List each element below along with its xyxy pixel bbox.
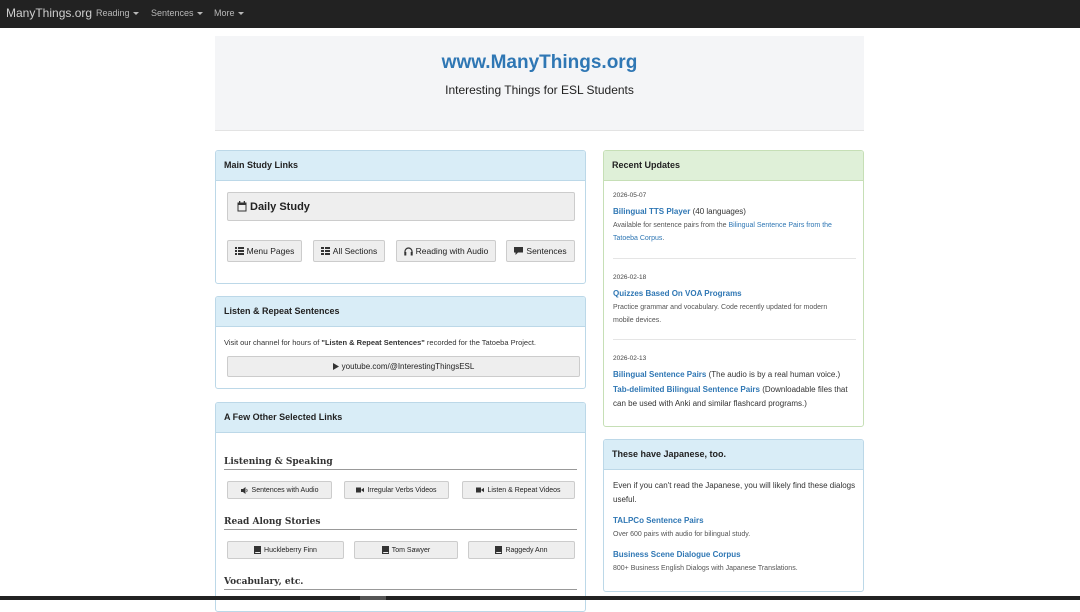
update-headline: Bilingual Sentence Pairs (The audio is b… bbox=[613, 368, 858, 381]
tab-delimited-pairs-link[interactable]: Tab-delimited Bilingual Sentence Pairs bbox=[613, 385, 760, 394]
listen-repeat-description: Visit our channel for hours of "Listen &… bbox=[224, 336, 579, 349]
read-along-stories-heading: Read Along Stories bbox=[224, 517, 577, 530]
irregular-verbs-videos-label: Irregular Verbs Videos bbox=[367, 486, 437, 494]
comment-icon bbox=[514, 247, 524, 255]
listen-repeat-videos-button[interactable]: Listen & Repeat Videos bbox=[462, 481, 575, 499]
bottom-bar bbox=[0, 596, 1080, 600]
caret-down-icon bbox=[237, 12, 244, 16]
nav-reading-label: Reading bbox=[96, 8, 130, 18]
nav-more-label: More bbox=[214, 8, 235, 18]
nav-more-dropdown[interactable]: More bbox=[214, 8, 244, 18]
site-subtitle: Interesting Things for ESL Students bbox=[445, 83, 634, 97]
nav-sentences-dropdown[interactable]: Sentences bbox=[151, 8, 203, 18]
update-description: Available for sentence pairs from the Bi… bbox=[613, 219, 853, 245]
japanese-intro: Even if you can't read the Japanese, you… bbox=[613, 481, 856, 504]
nav-reading-dropdown[interactable]: Reading bbox=[96, 8, 139, 18]
play-icon bbox=[332, 363, 339, 370]
book-icon bbox=[381, 546, 389, 554]
update-description-end: . bbox=[662, 235, 665, 242]
description-text-end: recorded for the Tatoeba Project. bbox=[424, 338, 537, 347]
site-title: www.ManyThings.org bbox=[441, 52, 638, 73]
business-scene-dialogue-link[interactable]: Business Scene Dialogue Corpus bbox=[613, 550, 741, 559]
volume-icon bbox=[240, 486, 248, 494]
sentences-with-audio-button[interactable]: Sentences with Audio bbox=[227, 481, 332, 499]
th-list-icon bbox=[320, 247, 330, 255]
irregular-verbs-videos-button[interactable]: Irregular Verbs Videos bbox=[344, 481, 449, 499]
japanese-item-title: Business Scene Dialogue Corpus bbox=[613, 548, 741, 561]
site-header: www.ManyThings.org Interesting Things fo… bbox=[215, 36, 864, 131]
book-icon bbox=[495, 546, 503, 554]
other-links-panel: A Few Other Selected Links Listening & S… bbox=[215, 402, 586, 612]
youtube-channel-button[interactable]: youtube.com/@InterestingThingsESL bbox=[227, 356, 580, 377]
brand-link[interactable]: ManyThings.org bbox=[6, 6, 92, 20]
panel-heading: A Few Other Selected Links bbox=[216, 403, 585, 433]
japanese-panel: These have Japanese, too. Even if you ca… bbox=[603, 439, 864, 592]
video-camera-icon bbox=[356, 487, 365, 493]
description-bold-text: "Listen & Repeat Sentences" bbox=[321, 338, 425, 347]
raggedy-ann-button[interactable]: Raggedy Ann bbox=[468, 541, 575, 559]
main-study-links-panel: Main Study Links Daily Study Menu Pages … bbox=[215, 150, 586, 284]
tom-sawyer-label: Tom Sawyer bbox=[391, 546, 431, 554]
sentences-label: Sentences bbox=[526, 246, 567, 256]
recent-updates-panel: Recent Updates 2026-05-07 Bilingual TTS … bbox=[603, 150, 864, 427]
navbar: ManyThings.org Reading Sentences More bbox=[0, 0, 1080, 28]
panel-heading: Listen & Repeat Sentences bbox=[216, 297, 585, 327]
menu-pages-button[interactable]: Menu Pages bbox=[227, 240, 302, 262]
japanese-item-title: TALPCo Sentence Pairs bbox=[613, 514, 704, 527]
caret-down-icon bbox=[132, 12, 139, 16]
menu-pages-label: Menu Pages bbox=[246, 246, 295, 256]
panel-heading: Recent Updates bbox=[604, 151, 863, 181]
update-suffix: (40 languages) bbox=[690, 207, 746, 216]
huckleberry-finn-label: Huckleberry Finn bbox=[264, 546, 317, 554]
daily-study-button[interactable]: Daily Study bbox=[227, 192, 575, 221]
panel-heading: Main Study Links bbox=[216, 151, 585, 181]
daily-study-label: Daily Study bbox=[250, 200, 310, 213]
update-description: Practice grammar and vocabulary. Code re… bbox=[613, 304, 828, 324]
listen-repeat-panel: Listen & Repeat Sentences Visit our chan… bbox=[215, 296, 586, 389]
update-headline: Quizzes Based On VOA Programs bbox=[613, 287, 858, 300]
reading-with-audio-button[interactable]: Reading with Audio bbox=[396, 240, 496, 262]
update-suffix: (The audio is by a real human voice.) bbox=[706, 370, 841, 379]
divider bbox=[613, 339, 856, 340]
japanese-item-description: 800+ Business English Dialogs with Japan… bbox=[613, 565, 798, 572]
sentences-with-audio-label: Sentences with Audio bbox=[251, 486, 319, 494]
caret-down-icon bbox=[196, 12, 203, 16]
book-icon bbox=[254, 546, 262, 554]
bilingual-tts-player-link[interactable]: Bilingual TTS Player bbox=[613, 207, 690, 216]
update-date: 2026-02-13 bbox=[613, 355, 647, 362]
update-date: 2026-02-18 bbox=[613, 274, 647, 281]
raggedy-ann-label: Raggedy Ann bbox=[505, 546, 548, 554]
update-headline: Tab-delimited Bilingual Sentence Pairs (… bbox=[613, 383, 855, 411]
update-date: 2026-05-07 bbox=[613, 192, 647, 199]
divider bbox=[613, 258, 856, 259]
list-icon bbox=[234, 247, 244, 255]
all-sections-label: All Sections bbox=[332, 246, 378, 256]
nav-sentences-label: Sentences bbox=[151, 8, 194, 18]
bottom-bar-segment bbox=[360, 596, 386, 600]
listen-repeat-videos-label: Listen & Repeat Videos bbox=[487, 486, 561, 494]
quizzes-voa-link[interactable]: Quizzes Based On VOA Programs bbox=[613, 289, 742, 298]
update-headline: Bilingual TTS Player (40 languages) bbox=[613, 205, 858, 218]
japanese-item-description: Over 600 pairs with audio for bilingual … bbox=[613, 531, 751, 538]
bilingual-sentence-pairs-link[interactable]: Bilingual Sentence Pairs bbox=[613, 370, 706, 379]
panel-heading: These have Japanese, too. bbox=[604, 440, 863, 470]
huckleberry-finn-button[interactable]: Huckleberry Finn bbox=[227, 541, 344, 559]
update-description-text: Available for sentence pairs from the bbox=[613, 222, 729, 229]
tom-sawyer-button[interactable]: Tom Sawyer bbox=[354, 541, 458, 559]
reading-with-audio-label: Reading with Audio bbox=[415, 246, 489, 256]
video-camera-icon bbox=[476, 487, 485, 493]
youtube-channel-label: youtube.com/@InterestingThingsESL bbox=[341, 362, 475, 371]
vocabulary-heading: Vocabulary, etc. bbox=[224, 577, 577, 590]
sentences-button[interactable]: Sentences bbox=[506, 240, 575, 262]
talpco-sentence-pairs-link[interactable]: TALPCo Sentence Pairs bbox=[613, 516, 704, 525]
calendar-icon bbox=[237, 201, 247, 212]
headphones-icon bbox=[403, 246, 413, 255]
description-text: Visit our channel for hours of bbox=[224, 338, 322, 347]
all-sections-button[interactable]: All Sections bbox=[313, 240, 385, 262]
listening-speaking-heading: Listening & Speaking bbox=[224, 457, 577, 470]
